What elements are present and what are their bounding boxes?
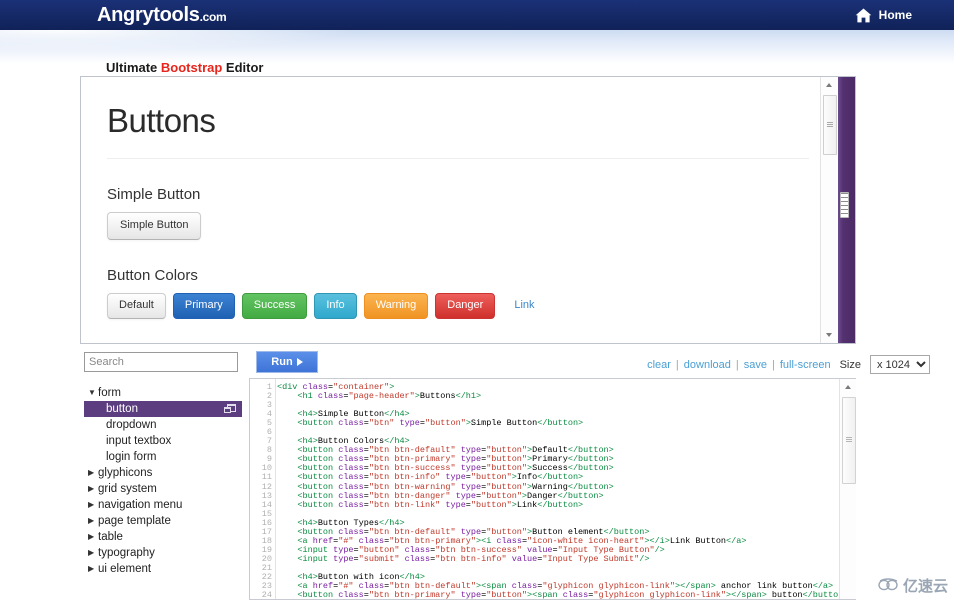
tree-item-button[interactable]: button bbox=[84, 401, 242, 417]
tree-group-typography[interactable]: ▶ typography bbox=[84, 545, 242, 561]
caret-right-icon: ▶ bbox=[88, 564, 95, 573]
tree-group-label: form bbox=[98, 387, 121, 399]
size-label: Size bbox=[839, 358, 861, 371]
play-icon bbox=[296, 358, 303, 366]
page-title-prefix: Ultimate bbox=[106, 60, 161, 75]
tree-group-grid-system[interactable]: ▶ grid system bbox=[84, 481, 242, 497]
tree-group-label: navigation menu bbox=[98, 499, 183, 511]
tree-group-ui-element[interactable]: ▶ ui element bbox=[84, 561, 242, 577]
tree-group-label: grid system bbox=[98, 483, 157, 495]
preview-section-label-colors: Button Colors bbox=[107, 267, 198, 285]
preview-section-label-simple: Simple Button bbox=[107, 186, 201, 204]
tree-group-label: page template bbox=[98, 515, 171, 527]
link-separator-3: | bbox=[771, 358, 775, 371]
caret-right-icon: ▶ bbox=[88, 484, 95, 493]
caret-down-icon: ▼ bbox=[88, 388, 96, 397]
preview-resize-bar[interactable] bbox=[838, 77, 855, 343]
site-brand[interactable]: Angrytools.com bbox=[97, 4, 227, 26]
code-line: <button class="btn" type="button">Simple… bbox=[297, 418, 584, 429]
tree-group-label: ui element bbox=[98, 563, 152, 575]
preview-heading: Buttons bbox=[107, 102, 216, 139]
preview-render-area: Buttons Simple Button Simple Button Butt… bbox=[81, 77, 839, 343]
code-line: <h1 class="page-header">Buttons</h1> bbox=[297, 391, 482, 402]
preview-button-primary[interactable]: Primary bbox=[172, 293, 235, 320]
full-screen-link[interactable]: full-screen bbox=[780, 359, 831, 371]
header-gradient bbox=[0, 30, 954, 64]
watermark: 亿速云 bbox=[878, 575, 948, 596]
caret-right-icon: ▶ bbox=[88, 468, 95, 477]
download-link[interactable]: download bbox=[684, 359, 731, 371]
preview-simple-button[interactable]: Simple Button bbox=[107, 212, 202, 241]
tree-item-label: login form bbox=[106, 451, 157, 463]
caret-right-icon: ▶ bbox=[88, 532, 95, 541]
resize-grip-icon[interactable] bbox=[840, 192, 849, 218]
run-button[interactable]: Run bbox=[256, 351, 318, 373]
code-content[interactable]: <div class="container"> <h1 class="page-… bbox=[277, 379, 840, 600]
brand-name: Angrytools bbox=[97, 4, 200, 26]
tree-group-table[interactable]: ▶ table bbox=[84, 529, 242, 545]
preview-color-button-row: Default Primary Success Info Warning Dan… bbox=[107, 293, 839, 320]
editor-scrollbar[interactable] bbox=[839, 379, 856, 599]
preview-scrollbar[interactable] bbox=[820, 77, 837, 343]
save-link[interactable]: save bbox=[744, 359, 767, 371]
preview-button-warning[interactable]: Warning bbox=[363, 293, 429, 320]
preview-button-link[interactable]: Link bbox=[502, 293, 546, 319]
window-restore-icon[interactable] bbox=[224, 404, 236, 413]
line-number-gutter: 1 2 3 4 5 6 7 8 9 10 11 12 13 14 15 16 17 18 19 20 21 22 23 24 bbox=[250, 379, 276, 600]
code-line: <button class="btn btn-link" type="butto… bbox=[297, 499, 584, 510]
home-icon bbox=[855, 8, 872, 23]
tree-group-navigation-menu[interactable]: ▶ navigation menu bbox=[84, 497, 242, 513]
code-editor[interactable]: 1 2 3 4 5 6 7 8 9 10 11 12 13 14 15 16 17 18 19 20 21 22 23 24 … bbox=[249, 378, 856, 600]
tree-item-label: input textbox bbox=[106, 435, 172, 447]
tree-group-label: glyphicons bbox=[98, 467, 153, 479]
search-input[interactable] bbox=[84, 352, 238, 372]
preview-button-default[interactable]: Default bbox=[107, 293, 166, 320]
scroll-up-arrow-icon[interactable] bbox=[821, 77, 837, 93]
size-select[interactable]: x 1024 bbox=[870, 355, 930, 374]
preview-panel: Buttons Simple Button Simple Button Butt… bbox=[80, 76, 856, 344]
link-separator-2: | bbox=[735, 358, 739, 371]
link-separator-1: | bbox=[675, 358, 679, 371]
component-tree: ▼ form button dropdown input textbox login fo… bbox=[84, 385, 242, 577]
tree-group-label: typography bbox=[98, 547, 155, 559]
tree-group-page-template[interactable]: ▶ page template bbox=[84, 513, 242, 529]
tree-item-label: dropdown bbox=[106, 419, 157, 431]
caret-right-icon: ▶ bbox=[88, 548, 95, 557]
preview-button-success[interactable]: Success bbox=[241, 293, 308, 320]
editor-scrollbar-thumb[interactable] bbox=[842, 397, 856, 484]
brand-tld: .com bbox=[199, 10, 227, 24]
tree-group-label: table bbox=[98, 531, 123, 543]
caret-right-icon: ▶ bbox=[88, 500, 95, 509]
page-title: Ultimate Bootstrap Editor bbox=[106, 60, 263, 75]
line-number: 24 bbox=[261, 590, 272, 600]
preview-button-info[interactable]: Info bbox=[314, 293, 357, 320]
top-navbar: Angrytools.com Home bbox=[0, 0, 954, 30]
watermark-text: 亿速云 bbox=[902, 577, 948, 595]
preview-scrollbar-thumb[interactable] bbox=[823, 95, 837, 155]
home-label: Home bbox=[878, 8, 912, 22]
code-line: <button class="btn btn-primary" type="bu… bbox=[297, 590, 840, 600]
tree-group-form[interactable]: ▼ form bbox=[84, 385, 242, 401]
nav-home-link[interactable]: Home bbox=[855, 8, 912, 23]
tree-item-login-form[interactable]: login form bbox=[84, 449, 242, 465]
run-label: Run bbox=[271, 356, 293, 368]
toolbar-links: clear | download | save | full-screen Si… bbox=[647, 355, 930, 374]
code-line: <input type="submit" class="btn btn-info… bbox=[297, 553, 650, 564]
preview-heading-rule bbox=[107, 158, 809, 160]
tree-item-dropdown[interactable]: dropdown bbox=[84, 417, 242, 433]
editor-toolbar: Run clear | download | save | full-scree… bbox=[0, 351, 954, 376]
scroll-down-arrow-icon[interactable] bbox=[821, 327, 837, 343]
cloud-icon bbox=[878, 577, 900, 595]
editor-scroll-up-arrow-icon[interactable] bbox=[840, 379, 856, 395]
page-title-highlight: Bootstrap bbox=[160, 60, 223, 75]
clear-link[interactable]: clear bbox=[647, 359, 671, 371]
tree-item-input-textbox[interactable]: input textbox bbox=[84, 433, 242, 449]
tree-item-label: button bbox=[106, 403, 138, 415]
caret-right-icon: ▶ bbox=[88, 516, 95, 525]
page-title-suffix: Editor bbox=[222, 60, 264, 75]
tree-group-glyphicons[interactable]: ▶ glyphicons bbox=[84, 465, 242, 481]
preview-button-danger[interactable]: Danger bbox=[435, 293, 496, 320]
